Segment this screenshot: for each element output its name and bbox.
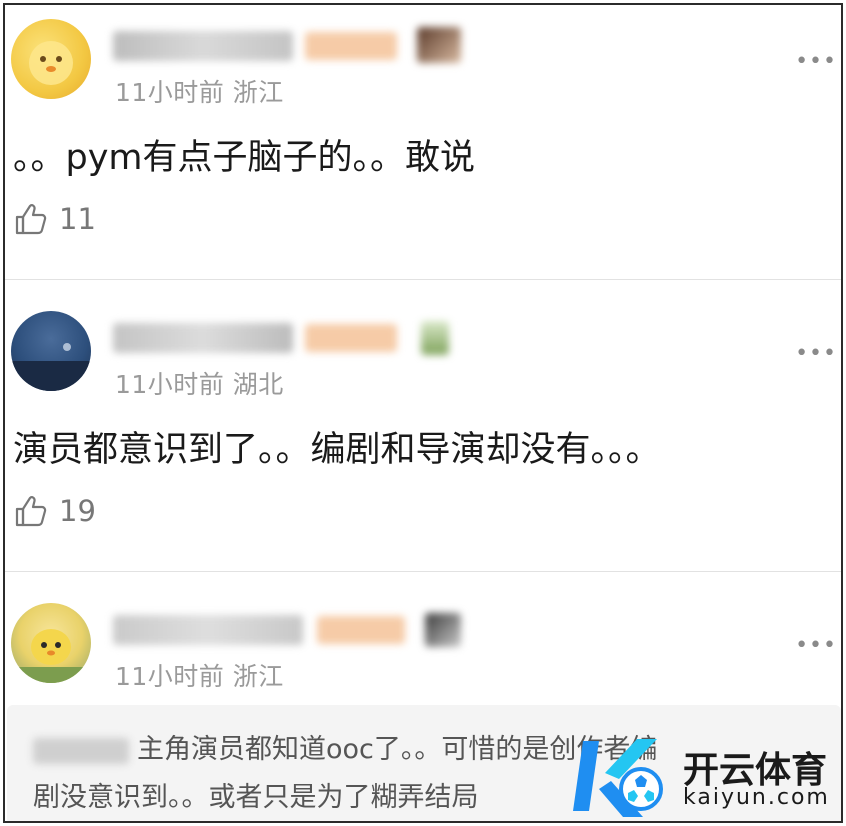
comment-meta: 11小时前 湖北 bbox=[115, 370, 284, 399]
thumbs-up-icon bbox=[15, 496, 47, 527]
user-emblem-redacted bbox=[421, 321, 449, 355]
username-redacted[interactable] bbox=[113, 615, 303, 645]
reply-line-1: 主角演员都知道ooc了。。可惜的是创作者编 bbox=[33, 727, 657, 766]
thumbs-up-icon bbox=[15, 204, 47, 235]
comment-feed: ••• 11小时前 浙江 。。pym有点子脑子的。。敢说 11 ••• 11小时… bbox=[3, 3, 843, 823]
comment-meta: 11小时前 浙江 bbox=[115, 662, 284, 691]
user-badge-redacted bbox=[305, 324, 397, 352]
reply-line-2: 剧没意识到。。或者只是为了糊弄结局 bbox=[33, 775, 479, 814]
username-redacted[interactable] bbox=[113, 323, 293, 353]
avatar-image bbox=[11, 343, 91, 391]
more-dots-icon[interactable]: ••• bbox=[795, 633, 837, 658]
more-dots-icon[interactable]: ••• bbox=[795, 49, 837, 74]
avatar-image bbox=[29, 41, 73, 85]
watermark: 开云体育 kaiyun.com bbox=[565, 733, 841, 821]
like-count: 11 bbox=[59, 202, 96, 236]
avatar[interactable] bbox=[11, 603, 91, 683]
reply-username-redacted[interactable] bbox=[33, 737, 129, 764]
reply-text-2: 剧没意识到。。或者只是为了糊弄结局 bbox=[33, 782, 479, 813]
comment-meta: 11小时前 浙江 bbox=[115, 78, 284, 107]
user-emblem-redacted bbox=[417, 27, 461, 63]
like-button[interactable]: 19 bbox=[13, 493, 96, 529]
comment-text: 演员都意识到了。。编剧和导演却没有。。。 bbox=[13, 430, 661, 470]
divider bbox=[5, 279, 841, 280]
like-button[interactable]: 11 bbox=[13, 201, 96, 237]
comment-text: 。。pym有点子脑子的。。敢说 bbox=[13, 138, 476, 178]
user-badge-redacted bbox=[305, 32, 397, 60]
divider bbox=[5, 571, 841, 572]
user-badge-redacted bbox=[317, 616, 405, 644]
kaiyun-logo-icon bbox=[573, 739, 663, 817]
watermark-subtitle: kaiyun.com bbox=[683, 785, 830, 810]
more-dots-icon[interactable]: ••• bbox=[795, 341, 837, 366]
username-redacted[interactable] bbox=[113, 31, 293, 61]
like-count: 19 bbox=[59, 494, 96, 528]
avatar[interactable] bbox=[11, 311, 91, 391]
avatar-image bbox=[11, 629, 91, 683]
user-emblem-redacted bbox=[425, 613, 461, 647]
avatar[interactable] bbox=[11, 19, 91, 99]
